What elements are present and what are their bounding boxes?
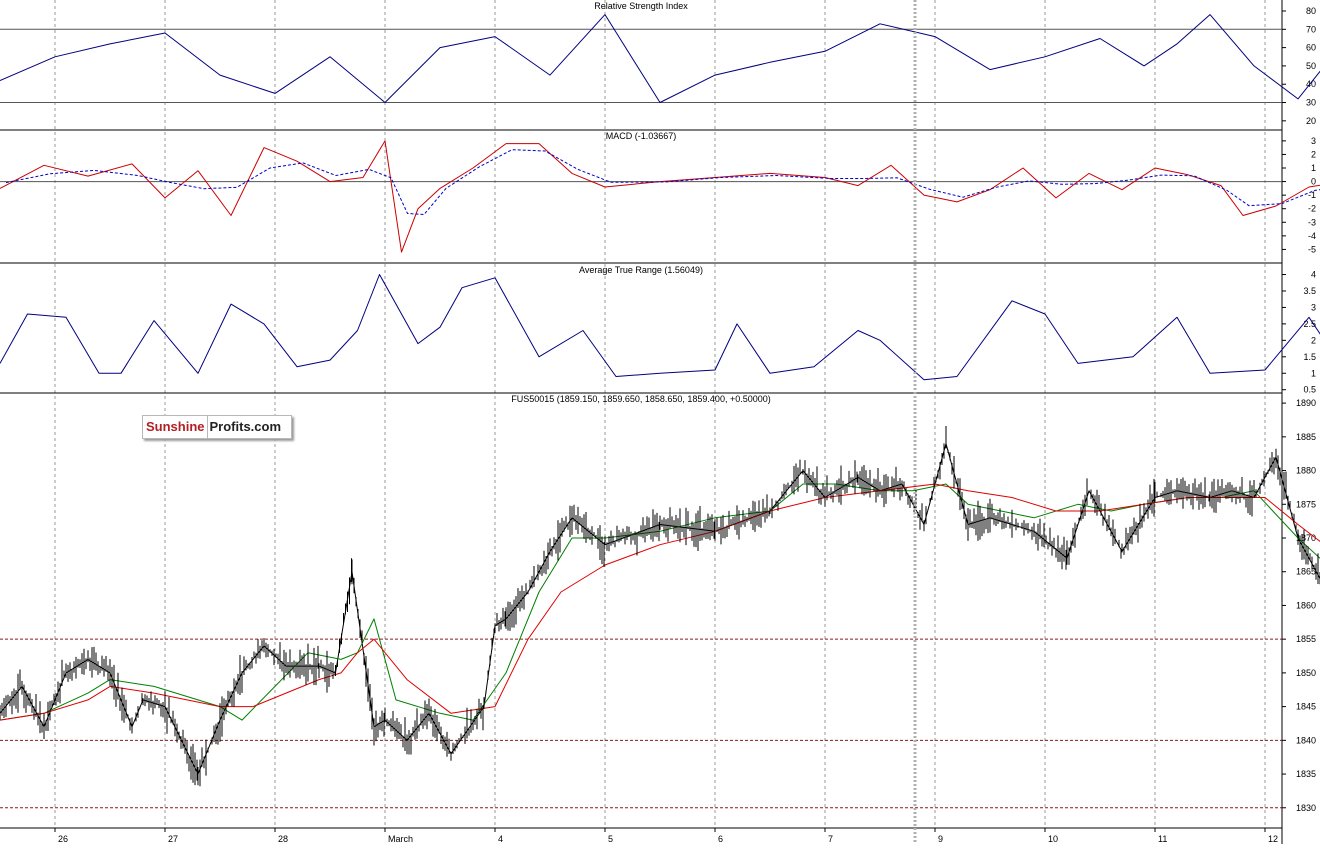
x-tick-label: 27 xyxy=(168,834,178,844)
x-tick-label: 5 xyxy=(608,834,613,844)
x-tick-label: 4 xyxy=(498,834,503,844)
price-y-tick-label: 1840 xyxy=(1296,735,1316,745)
price-y-tick-label: 1855 xyxy=(1296,634,1316,644)
logo-part-1: Sunshine xyxy=(146,419,205,434)
x-tick-label: 6 xyxy=(718,834,723,844)
sunshine-profits-logo: Sunshine Profits.com xyxy=(142,415,292,439)
price-title: FUS50015 (1859.150, 1859.650, 1858.650, … xyxy=(511,394,770,404)
atr-y-tick-label: 2 xyxy=(1311,335,1316,345)
price-y-tick-label: 1890 xyxy=(1296,398,1316,408)
macd-title: MACD (-1.03667) xyxy=(606,131,677,141)
price-y-tick-label: 1870 xyxy=(1296,533,1316,543)
price-y-tick-label: 1875 xyxy=(1296,499,1316,509)
atr-title: Average True Range (1.56049) xyxy=(579,265,703,275)
price-y-tick-label: 1830 xyxy=(1296,803,1316,813)
rsi-y-tick-label: 20 xyxy=(1306,116,1316,126)
macd-series-0-line xyxy=(0,140,1320,253)
macd-y-tick-label: -5 xyxy=(1308,244,1316,254)
x-tick-label: 7 xyxy=(828,834,833,844)
atr-y-tick-label: 3.5 xyxy=(1303,286,1316,296)
x-tick-label: 11 xyxy=(1158,834,1167,844)
macd-y-tick-label: 2 xyxy=(1311,149,1316,159)
rsi-series-0-line xyxy=(0,14,1320,103)
price-y-tick-label: 1880 xyxy=(1296,466,1316,476)
chart-window: Relative Strength Index 20 30 40 50 60 70 80 MAC… xyxy=(0,0,1320,844)
rsi-y-tick-label: 30 xyxy=(1306,98,1316,108)
atr-y-tick-label: 2.5 xyxy=(1303,319,1316,329)
rsi-title: Relative Strength Index xyxy=(594,1,688,11)
macd-signal-line xyxy=(5,149,1320,216)
macd-y-tick-label: -2 xyxy=(1308,204,1316,214)
atr-series-0-line xyxy=(0,274,1320,381)
x-tick-label: 12 xyxy=(1268,834,1278,844)
macd-y-tick-label: 3 xyxy=(1311,136,1316,146)
macd-y-tick-label: 1 xyxy=(1311,163,1316,173)
price-y-tick-label: 1860 xyxy=(1296,600,1316,610)
macd-y-tick-label: -4 xyxy=(1308,231,1316,241)
x-tick-label: March xyxy=(388,834,413,844)
atr-y-tick-label: 0.5 xyxy=(1303,385,1316,395)
atr-y-tick-label: 4 xyxy=(1311,270,1316,280)
rsi-y-tick-label: 80 xyxy=(1306,6,1316,16)
atr-y-tick-label: 1 xyxy=(1311,368,1316,378)
price-series-0-line xyxy=(0,443,1320,775)
x-tick-label: 10 xyxy=(1048,834,1058,844)
x-tick-label: 28 xyxy=(278,834,288,844)
price-y-tick-label: 1845 xyxy=(1296,702,1316,712)
atr-y-tick-label: 1.5 xyxy=(1303,352,1316,362)
x-tick-label: 26 xyxy=(58,834,68,844)
macd-y-tick-label: 0 xyxy=(1311,177,1316,187)
rsi-y-tick-label: 70 xyxy=(1306,24,1316,34)
price-y-tick-label: 1850 xyxy=(1296,668,1316,678)
logo-part-2: Profits.com xyxy=(206,416,281,438)
rsi-y-tick-label: 60 xyxy=(1306,43,1316,53)
price-y-tick-label: 1865 xyxy=(1296,567,1316,577)
macd-y-tick-label: -3 xyxy=(1308,217,1316,227)
rsi-y-tick-label: 50 xyxy=(1306,61,1316,71)
atr-y-tick-label: 3 xyxy=(1311,302,1316,312)
x-tick-label: 9 xyxy=(938,834,943,844)
price-y-tick-label: 1885 xyxy=(1296,432,1316,442)
price-y-tick-label: 1835 xyxy=(1296,769,1316,779)
